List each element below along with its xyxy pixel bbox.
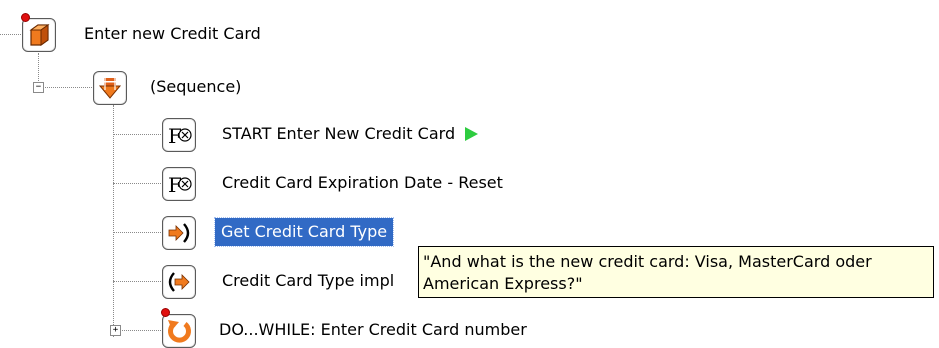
expand-toggle[interactable]: + — [110, 325, 121, 336]
tree-item-start-text: START Enter New Credit Card — [222, 124, 456, 143]
tooltip: "And what is the new credit card: Visa, … — [418, 246, 934, 298]
tooltip-line-1: "And what is the new credit card: Visa, … — [423, 252, 872, 271]
status-dot-icon — [21, 13, 30, 22]
tree-item-sequence-label[interactable]: (Sequence) — [147, 75, 244, 99]
tree-item-do-while-label[interactable]: DO...WHILE: Enter Credit Card number — [216, 318, 530, 342]
tree-connector — [113, 232, 161, 233]
tree-item-root-label[interactable]: Enter new Credit Card — [81, 22, 264, 46]
svg-text:F: F — [168, 124, 182, 148]
tooltip-line-2: American Express?" — [423, 274, 583, 293]
tree-connector — [113, 134, 161, 135]
tree-item-start-label[interactable]: START Enter New Credit Card — [219, 122, 481, 146]
tree-connector — [38, 53, 39, 83]
tree-connector — [0, 34, 21, 35]
sequence-icon[interactable] — [93, 71, 127, 105]
play-icon — [465, 127, 479, 141]
tree-connector — [113, 281, 161, 282]
collapse-toggle[interactable]: − — [33, 82, 44, 93]
svg-text:F: F — [168, 173, 182, 197]
tree-item-expiration-reset-label[interactable]: Credit Card Expiration Date - Reset — [219, 171, 506, 195]
status-dot-icon — [161, 308, 170, 317]
function-icon[interactable]: F — [162, 118, 196, 152]
tree-item-get-card-type-label[interactable]: Get Credit Card Type — [213, 217, 395, 247]
cube-icon[interactable] — [22, 18, 56, 52]
tree-connector — [113, 183, 161, 184]
output-arrow-icon[interactable] — [162, 265, 196, 299]
tree-connector — [43, 87, 92, 88]
function-icon[interactable]: F — [162, 167, 196, 201]
tree-connector — [120, 330, 161, 331]
tree-connector — [113, 105, 114, 337]
tree-item-card-type-impl-label[interactable]: Credit Card Type impl — [219, 269, 397, 293]
input-arrow-icon[interactable] — [162, 216, 196, 250]
loop-icon[interactable] — [162, 314, 196, 348]
